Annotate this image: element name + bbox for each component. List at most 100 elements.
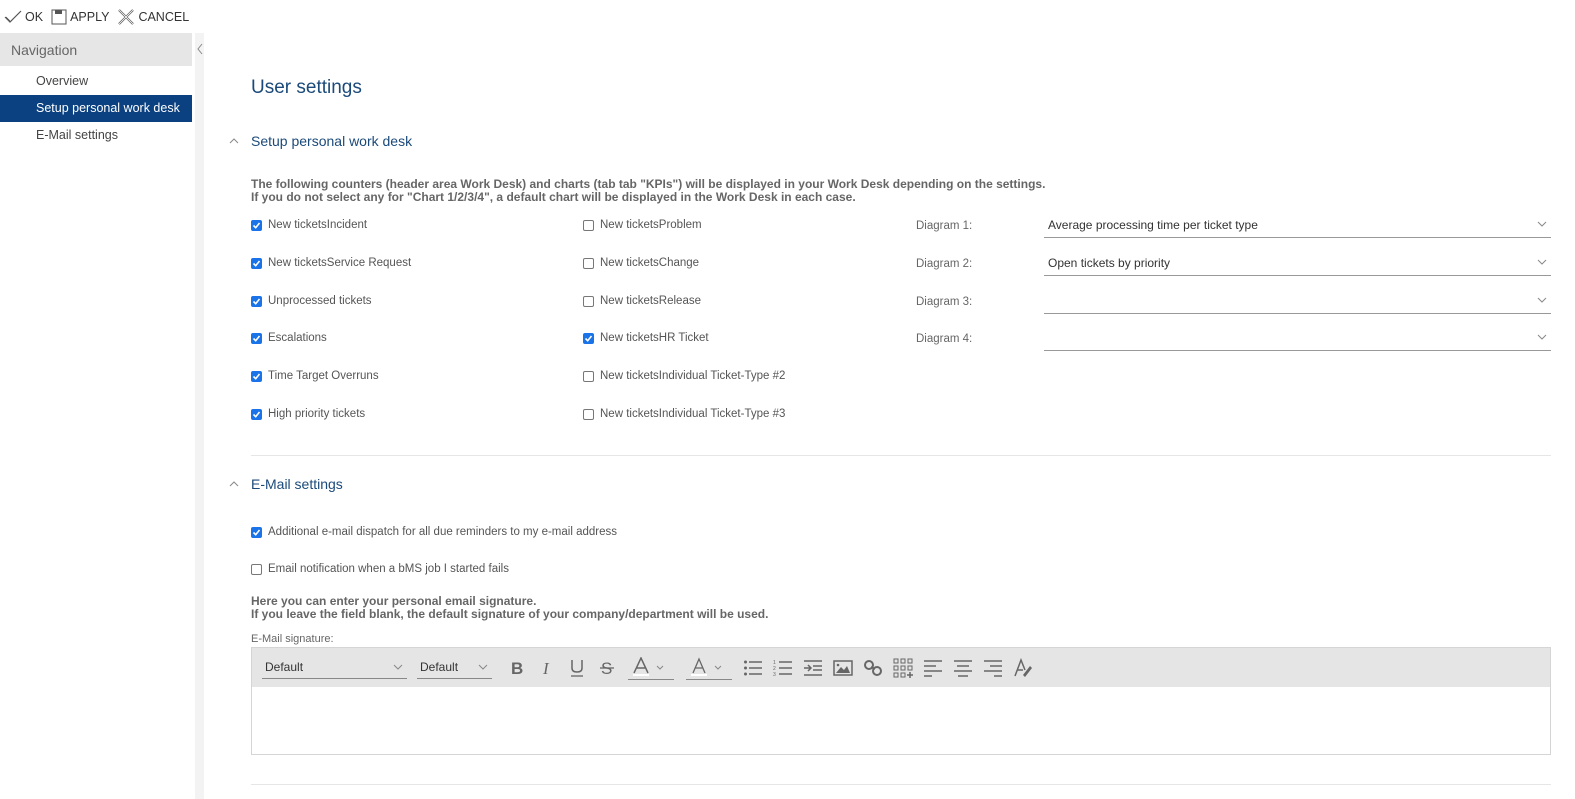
checkbox-new-tickets-hr-ticket[interactable]: New ticketsHR Ticket — [583, 332, 709, 344]
text-color-picker[interactable] — [686, 656, 732, 680]
insert-image-button[interactable] — [828, 656, 858, 680]
checkbox-new-tickets-change[interactable]: New ticketsChange — [583, 257, 699, 269]
image-icon — [833, 659, 853, 676]
diagram-4-select[interactable] — [1044, 326, 1551, 351]
insert-link-button[interactable] — [858, 656, 888, 680]
checkbox-new-tickets-individual-2[interactable]: New ticketsIndividual Ticket-Type #2 — [583, 370, 785, 382]
checkbox-label: Escalations — [268, 332, 327, 344]
signature-label: E-Mail signature: — [251, 633, 334, 645]
signature-editor-body[interactable] — [252, 687, 1550, 754]
checkbox-label: New ticketsChange — [600, 257, 700, 269]
bullet-list-icon — [744, 660, 762, 675]
checkbox-label: Email notification when a bMS job I star… — [268, 563, 509, 575]
checkbox-box[interactable] — [251, 408, 262, 420]
checkbox-box[interactable] — [251, 526, 262, 538]
diagram-3-select[interactable] — [1044, 289, 1551, 314]
checkbox-box[interactable] — [251, 295, 262, 307]
checkmark-icon — [252, 334, 261, 342]
bold-button[interactable]: B — [502, 656, 532, 680]
diagram-4-label: Diagram 4: — [916, 333, 973, 345]
link-icon — [864, 659, 882, 676]
section-toggle-email[interactable]: E-Mail settings — [227, 476, 343, 492]
checkbox-label: New ticketsHR Ticket — [600, 332, 709, 344]
underline-button[interactable] — [562, 656, 592, 680]
align-center-button[interactable] — [948, 656, 978, 680]
work-desk-info: The following counters (header area Work… — [251, 178, 1045, 204]
checkbox-box[interactable] — [251, 219, 262, 231]
numbered-list-button[interactable]: 123 — [768, 656, 798, 680]
highlight-color-picker[interactable] — [628, 656, 674, 680]
chevron-down-icon — [656, 665, 664, 670]
insert-table-button[interactable] — [888, 656, 918, 680]
chevron-up-icon — [229, 481, 239, 487]
svg-text:B: B — [511, 659, 523, 677]
apply-label: APPLY — [70, 9, 110, 24]
checkmark-icon — [584, 334, 593, 342]
checkbox-box[interactable] — [583, 370, 594, 382]
checkbox-label: New ticketsProblem — [600, 219, 702, 231]
chevron-down-icon — [1537, 297, 1547, 303]
checkbox-box[interactable] — [251, 563, 262, 575]
font-size-select[interactable]: Default — [417, 657, 492, 679]
checkbox-box[interactable] — [583, 257, 594, 269]
apply-button[interactable]: APPLY — [51, 9, 109, 25]
signature-info: Here you can enter your personal email s… — [251, 595, 768, 621]
font-family-select[interactable]: Default — [262, 657, 407, 679]
checkbox-escalations[interactable]: Escalations — [251, 332, 327, 344]
checkbox-box[interactable] — [583, 295, 594, 307]
signature-info-line2: If you leave the field blank, the defaul… — [251, 607, 769, 621]
indent-button[interactable] — [798, 656, 828, 680]
close-icon — [118, 8, 135, 25]
checkbox-box[interactable] — [251, 370, 262, 382]
diagram-1-select[interactable]: Average processing time per ticket type — [1044, 213, 1551, 238]
ok-label: OK — [25, 9, 44, 24]
checkbox-new-tickets-problem[interactable]: New ticketsProblem — [583, 219, 702, 231]
strikethrough-button[interactable]: S — [592, 656, 622, 680]
checkbox-box[interactable] — [251, 332, 262, 344]
section-toggle-work-desk[interactable]: Setup personal work desk — [227, 133, 412, 149]
checkbox-new-tickets-individual-3[interactable]: New ticketsIndividual Ticket-Type #3 — [583, 408, 785, 420]
section-divider — [251, 455, 1551, 456]
sidebar-item-email-settings[interactable]: E-Mail settings — [0, 122, 192, 149]
checkbox-new-tickets-service-request[interactable]: New ticketsService Request — [251, 257, 411, 269]
checkbox-new-tickets-release[interactable]: New ticketsRelease — [583, 295, 701, 307]
checkbox-label: Unprocessed tickets — [268, 295, 372, 307]
underline-icon — [571, 659, 583, 677]
sidebar-item-setup-work-desk[interactable]: Setup personal work desk — [0, 95, 192, 122]
checkbox-new-tickets-incident[interactable]: New ticketsIncident — [251, 219, 367, 231]
ok-button[interactable]: OK — [4, 10, 43, 24]
diagram-2-select[interactable]: Open tickets by priority — [1044, 251, 1551, 276]
sidebar-splitter[interactable] — [195, 33, 204, 799]
align-left-button[interactable] — [918, 656, 948, 680]
italic-button[interactable]: I — [532, 656, 562, 680]
checkmark-icon — [252, 410, 261, 418]
sidebar-item-overview[interactable]: Overview — [0, 68, 192, 95]
cancel-button[interactable]: CANCEL — [117, 8, 189, 26]
checkbox-email-reminders[interactable]: Additional e-mail dispatch for all due r… — [251, 526, 617, 538]
checkmark-icon — [252, 297, 261, 305]
checkbox-label: New ticketsIndividual Ticket-Type #3 — [600, 408, 786, 420]
checkbox-label: High priority tickets — [268, 408, 366, 420]
nav-list: Overview Setup personal work desk E-Mail… — [0, 68, 192, 149]
checkbox-unprocessed-tickets[interactable]: Unprocessed tickets — [251, 295, 372, 307]
italic-icon: I — [542, 659, 550, 677]
checkbox-box[interactable] — [583, 219, 594, 231]
align-right-button[interactable] — [978, 656, 1008, 680]
diagram-1-label: Diagram 1: — [916, 220, 973, 232]
section-title-work-desk: Setup personal work desk — [251, 133, 413, 149]
chevron-up-icon — [229, 138, 239, 144]
chevron-down-icon — [1537, 259, 1547, 265]
font-family-value: Default — [265, 660, 304, 674]
checkbox-bms-job-fail-notification[interactable]: Email notification when a bMS job I star… — [251, 563, 509, 575]
checkbox-box[interactable] — [583, 332, 594, 344]
checkmark-icon — [252, 528, 261, 536]
checkbox-high-priority-tickets[interactable]: High priority tickets — [251, 408, 365, 420]
checkbox-label: New ticketsService Request — [268, 257, 412, 269]
checkbox-box[interactable] — [583, 408, 594, 420]
checkbox-box[interactable] — [251, 257, 262, 269]
chevron-down-icon — [393, 664, 403, 670]
checkbox-time-target-overruns[interactable]: Time Target Overruns — [251, 370, 379, 382]
checkbox-label: New ticketsIncident — [268, 219, 368, 231]
bullet-list-button[interactable] — [738, 656, 768, 680]
clear-format-button[interactable] — [1008, 656, 1038, 680]
